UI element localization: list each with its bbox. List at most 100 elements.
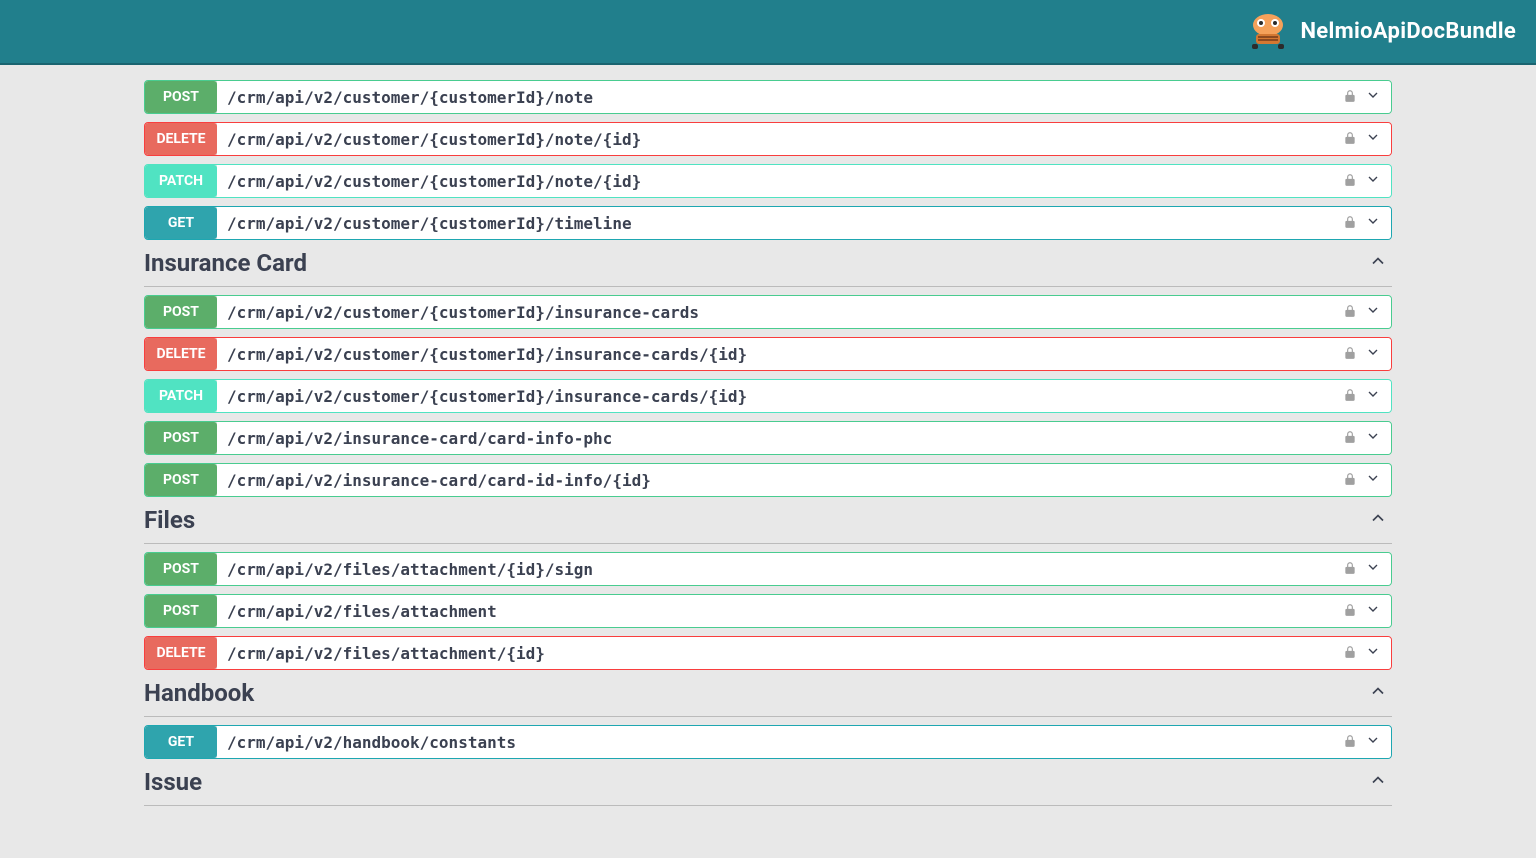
auth-lock-button[interactable] [1343,387,1357,406]
method-badge: POST [145,422,217,454]
operation-right [1343,464,1391,496]
expand-button[interactable] [1365,386,1381,406]
method-badge: GET [145,726,217,758]
operation-row[interactable]: POST/crm/api/v2/files/attachment/{id}/si… [144,552,1392,586]
operation-path: /crm/api/v2/customer/{customerId}/insura… [217,296,1343,328]
lock-icon [1343,561,1357,575]
lock-icon [1343,472,1357,486]
method-badge: DELETE [145,338,217,370]
operation-path: /crm/api/v2/files/attachment/{id} [217,637,1343,669]
method-badge: DELETE [145,637,217,669]
operation-right [1343,380,1391,412]
operation-right [1343,637,1391,669]
section-header[interactable]: Files [144,497,1392,544]
auth-lock-button[interactable] [1343,560,1357,579]
section-toggle[interactable] [1368,681,1388,705]
chevron-down-icon [1365,428,1381,444]
chevron-down-icon [1365,386,1381,402]
operation-right [1343,165,1391,197]
lock-icon [1343,89,1357,103]
section-toggle[interactable] [1368,251,1388,275]
method-badge: POST [145,464,217,496]
operation-row[interactable]: PATCH/crm/api/v2/customer/{customerId}/n… [144,164,1392,198]
operation-row[interactable]: DELETE/crm/api/v2/customer/{customerId}/… [144,337,1392,371]
expand-button[interactable] [1365,559,1381,579]
section-header[interactable]: Issue [144,759,1392,806]
method-badge: PATCH [145,380,217,412]
operation-path: /crm/api/v2/files/attachment/{id}/sign [217,553,1343,585]
method-badge: DELETE [145,123,217,155]
auth-lock-button[interactable] [1343,644,1357,663]
app-header: NelmioApiDocBundle [0,0,1536,65]
expand-button[interactable] [1365,601,1381,621]
operation-right [1343,553,1391,585]
brand-name: NelmioApiDocBundle [1300,19,1516,44]
operation-right [1343,338,1391,370]
auth-lock-button[interactable] [1343,733,1357,752]
operation-path: /crm/api/v2/customer/{customerId}/timeli… [217,207,1343,239]
chevron-down-icon [1365,129,1381,145]
auth-lock-button[interactable] [1343,345,1357,364]
chevron-down-icon [1365,470,1381,486]
operation-path: /crm/api/v2/customer/{customerId}/insura… [217,380,1343,412]
operation-row[interactable]: DELETE/crm/api/v2/files/attachment/{id} [144,636,1392,670]
chevron-up-icon [1368,508,1388,528]
operation-path: /crm/api/v2/insurance-card/card-id-info/… [217,464,1343,496]
operation-path: /crm/api/v2/customer/{customerId}/note [217,81,1343,113]
method-badge: POST [145,296,217,328]
chevron-up-icon [1368,770,1388,790]
section-title: Files [144,506,195,534]
section-header[interactable]: Handbook [144,670,1392,717]
operation-right [1343,207,1391,239]
section-header[interactable]: Insurance Card [144,240,1392,287]
auth-lock-button[interactable] [1343,303,1357,322]
auth-lock-button[interactable] [1343,88,1357,107]
auth-lock-button[interactable] [1343,130,1357,149]
expand-button[interactable] [1365,213,1381,233]
lock-icon [1343,304,1357,318]
operation-row[interactable]: DELETE/crm/api/v2/customer/{customerId}/… [144,122,1392,156]
section-toggle[interactable] [1368,770,1388,794]
chevron-up-icon [1368,251,1388,271]
operation-row[interactable]: GET/crm/api/v2/handbook/constants [144,725,1392,759]
section-title: Issue [144,768,202,796]
auth-lock-button[interactable] [1343,471,1357,490]
operation-row[interactable]: POST/crm/api/v2/insurance-card/card-info… [144,421,1392,455]
expand-button[interactable] [1365,129,1381,149]
expand-button[interactable] [1365,428,1381,448]
method-badge: POST [145,595,217,627]
operation-path: /crm/api/v2/customer/{customerId}/insura… [217,338,1343,370]
operation-path: /crm/api/v2/insurance-card/card-info-phc [217,422,1343,454]
auth-lock-button[interactable] [1343,602,1357,621]
operation-row[interactable]: GET/crm/api/v2/customer/{customerId}/tim… [144,206,1392,240]
lock-icon [1343,173,1357,187]
lock-icon [1343,734,1357,748]
lock-icon [1343,430,1357,444]
expand-button[interactable] [1365,87,1381,107]
expand-button[interactable] [1365,344,1381,364]
operation-path: /crm/api/v2/files/attachment [217,595,1343,627]
auth-lock-button[interactable] [1343,214,1357,233]
auth-lock-button[interactable] [1343,172,1357,191]
expand-button[interactable] [1365,171,1381,191]
expand-button[interactable] [1365,302,1381,322]
operation-right [1343,123,1391,155]
section-toggle[interactable] [1368,508,1388,532]
operation-right [1343,296,1391,328]
operation-row[interactable]: POST/crm/api/v2/customer/{customerId}/no… [144,80,1392,114]
expand-button[interactable] [1365,643,1381,663]
lock-icon [1343,388,1357,402]
operation-row[interactable]: POST/crm/api/v2/customer/{customerId}/in… [144,295,1392,329]
expand-button[interactable] [1365,470,1381,490]
brand-logo[interactable]: NelmioApiDocBundle [1246,8,1516,56]
expand-button[interactable] [1365,732,1381,752]
operation-row[interactable]: POST/crm/api/v2/insurance-card/card-id-i… [144,463,1392,497]
operation-path: /crm/api/v2/customer/{customerId}/note/{… [217,165,1343,197]
operation-right [1343,81,1391,113]
operation-row[interactable]: POST/crm/api/v2/files/attachment [144,594,1392,628]
auth-lock-button[interactable] [1343,429,1357,448]
api-content: POST/crm/api/v2/customer/{customerId}/no… [144,65,1392,806]
method-badge: POST [145,553,217,585]
operation-row[interactable]: PATCH/crm/api/v2/customer/{customerId}/i… [144,379,1392,413]
chevron-down-icon [1365,732,1381,748]
